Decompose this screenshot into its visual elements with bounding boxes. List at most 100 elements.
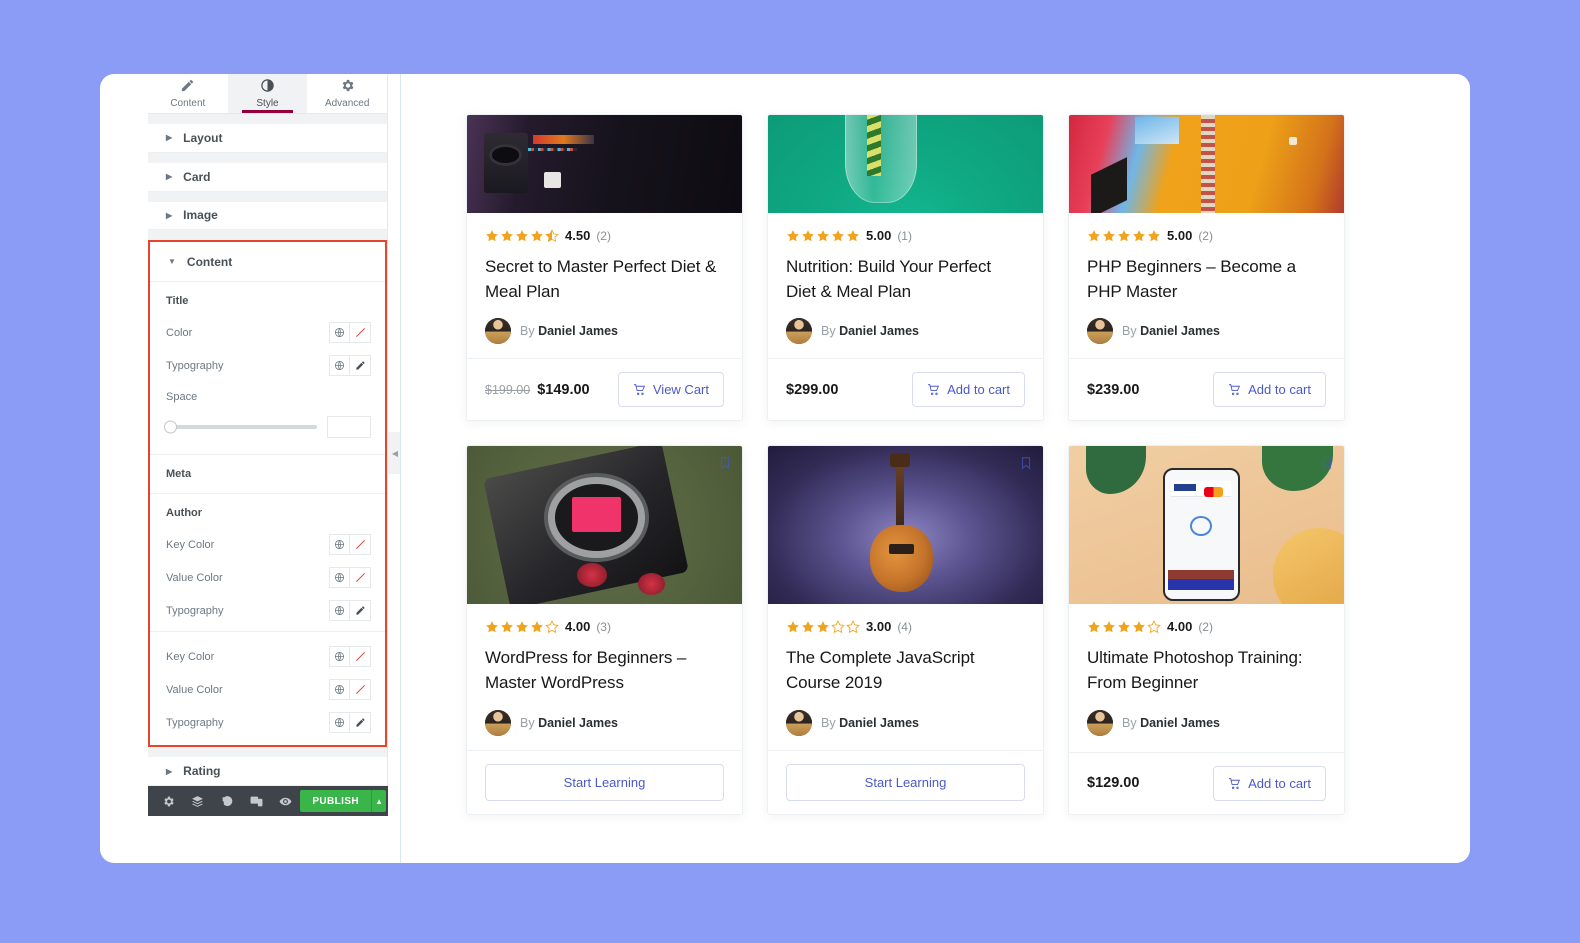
product-card[interactable]: 4.50 (2) Secret to Master Perfect Diet &… [466,114,743,422]
bookmark-icon[interactable] [1019,455,1033,471]
history-revision-icon[interactable] [213,786,242,816]
chevron-right-icon: ▶ [166,766,173,776]
color-none-icon[interactable] [350,567,371,589]
author-name: By Daniel James [520,715,618,730]
product-card[interactable]: 4.00 (2) Ultimate Photoshop Training: Fr… [1068,445,1345,815]
action-label: Start Learning [864,774,947,790]
bookmark-icon[interactable] [718,455,732,471]
color-none-icon[interactable] [350,646,371,668]
product-title[interactable]: Secret to Master Perfect Diet & Meal Pla… [485,254,724,304]
preview-canvas: 4.50 (2) Secret to Master Perfect Diet &… [400,74,1470,863]
globe-icon[interactable] [329,567,350,589]
globe-icon[interactable] [329,712,350,734]
add-to-cart-button[interactable]: Add to cart [1213,372,1326,408]
start-learning-button[interactable]: Start Learning [786,763,1025,801]
star-rating [485,228,559,243]
globe-icon[interactable] [329,355,350,377]
cart-icon [1229,384,1241,396]
product-title[interactable]: The Complete JavaScript Course 2019 [786,645,1025,695]
caret-up-icon[interactable]: ▲ [371,790,386,812]
title-typography-row: Typography [150,349,385,382]
action-label: View Cart [652,382,709,398]
color-none-icon[interactable] [350,322,371,344]
section-gap [148,114,387,125]
star-full-icon [1103,229,1115,241]
publish-button[interactable]: PUBLISH ▲ [300,790,386,812]
rating-value: 5.00 [1167,228,1193,243]
rating-row: 5.00 (2) [1087,228,1326,243]
product-card[interactable]: 5.00 (1) Nutrition: Build Your Perfect D… [767,114,1044,422]
product-title[interactable]: WordPress for Beginners – Master WordPre… [485,645,724,695]
tab-content[interactable]: Content [148,74,228,114]
section-layout[interactable]: ▶ Layout [148,124,387,153]
space-row: Space [150,382,385,412]
star-full-icon [1088,620,1100,633]
author-value-color-row: Value Color [150,561,385,594]
color-none-icon[interactable] [350,534,371,556]
settings-gear-icon[interactable] [154,786,183,816]
section-gap [148,747,387,758]
edit-pencil-icon[interactable] [350,355,371,377]
author-typography-controls [329,600,371,622]
meta-group-label: Meta [166,468,192,481]
section-image-label: Image [183,208,218,223]
add-to-cart-button[interactable]: Add to cart [912,372,1025,408]
section-content[interactable]: ▼ Content [150,242,385,283]
edit-pencil-icon[interactable] [350,600,371,622]
add-to-cart-button[interactable]: Add to cart [1213,765,1326,801]
space-value-input[interactable] [327,416,371,439]
product-title[interactable]: PHP Beginners – Become a PHP Master [1087,254,1326,304]
author-name: By Daniel James [1122,715,1220,730]
card-body: 3.00 (4) The Complete JavaScript Course … [768,604,1043,749]
globe-icon[interactable] [329,322,350,344]
section-card-label: Card [183,169,211,184]
star-full-icon [516,620,528,633]
star-full-icon [817,229,829,241]
author-name: By Daniel James [821,324,919,339]
section-image[interactable]: ▶ Image [148,201,387,231]
product-title[interactable]: Nutrition: Build Your Perfect Diet & Mea… [786,254,1025,304]
globe-icon[interactable] [329,679,350,701]
start-learning-button[interactable]: Start Learning [485,763,724,801]
star-full-icon [1133,229,1145,241]
star-full-icon [1118,229,1130,241]
product-card[interactable]: 3.00 (4) The Complete JavaScript Course … [767,445,1044,815]
avatar [1087,709,1113,736]
navigator-layers-icon[interactable] [183,786,212,816]
author-typography-label: Typography [166,604,224,617]
product-card[interactable]: 4.00 (3) WordPress for Beginners – Maste… [466,445,743,815]
preview-eye-icon[interactable] [271,786,300,816]
view-cart-button[interactable]: View Cart [617,372,724,408]
space-slider[interactable] [164,420,317,434]
bookmark-icon[interactable] [1320,455,1334,471]
globe-icon[interactable] [329,646,350,668]
star-empty-icon [846,619,860,633]
chevron-right-icon: ▶ [166,210,173,220]
space-slider-knob[interactable] [164,420,177,434]
card-body: 5.00 (2) PHP Beginners – Become a PHP Ma… [1069,213,1344,358]
star-rating [786,619,860,634]
contrast-icon [260,78,275,93]
globe-icon[interactable] [329,600,350,622]
title-color-row: Color [150,316,385,349]
product-card[interactable]: 5.00 (2) PHP Beginners – Become a PHP Ma… [1068,114,1345,422]
title-typography-label: Typography [166,359,224,372]
second-typography-label: Typography [166,716,224,729]
responsive-mode-icon[interactable] [242,786,271,816]
star-full-icon [802,620,814,633]
edit-pencil-icon[interactable] [350,712,371,734]
product-title[interactable]: Ultimate Photoshop Training: From Beginn… [1087,645,1326,695]
second-typography-controls [329,712,371,734]
product-grid: 4.50 (2) Secret to Master Perfect Diet &… [401,74,1470,815]
card-body: 5.00 (1) Nutrition: Build Your Perfect D… [768,213,1043,358]
title-typography-controls [329,355,371,377]
section-rating[interactable]: ▶ Rating [148,757,387,786]
color-none-icon[interactable] [350,679,371,701]
tab-style[interactable]: Style [227,74,308,114]
globe-icon[interactable] [329,534,350,556]
card-body: 4.50 (2) Secret to Master Perfect Diet &… [467,213,742,358]
section-content-label: Content [186,254,233,269]
studio-desk-photo [467,115,742,213]
section-card[interactable]: ▶ Card [148,162,387,192]
tab-advanced[interactable]: Advanced [307,74,388,114]
